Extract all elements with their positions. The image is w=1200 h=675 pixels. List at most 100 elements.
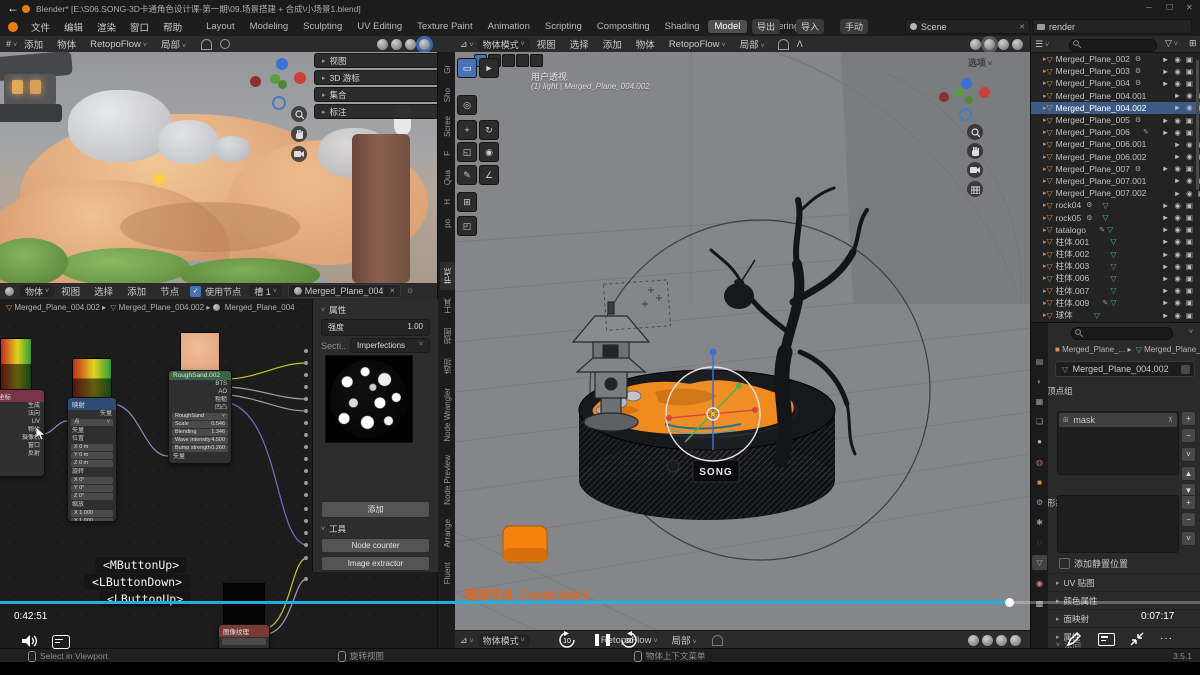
node-image-texture[interactable]: 图像纹理: [218, 624, 270, 648]
vector-field[interactable]: X 0 m: [71, 444, 113, 451]
selectable-icon[interactable]: ►: [1162, 250, 1169, 259]
hide-render-icon[interactable]: ▣: [1186, 67, 1193, 76]
tab-material[interactable]: ◉: [1032, 576, 1047, 591]
options-dropdown[interactable]: 选项˅: [968, 56, 992, 69]
outliner-row[interactable]: ▸ ▽ rock05 ⚙ ✎ ▽ ► ◉ ▣: [1031, 211, 1200, 223]
cursor-3d-tool-button[interactable]: ◎: [457, 95, 477, 115]
outliner-row[interactable]: ▸ ▽ 柱体.009 ⚙ ✎ ▽ ► ◉ ▣: [1031, 297, 1200, 309]
orientation-selector[interactable]: 局部˅: [665, 633, 704, 647]
hide-viewport-icon[interactable]: ◉: [1186, 103, 1193, 112]
workspace-tab[interactable]: UV Editing: [350, 20, 409, 33]
tools-panel-header[interactable]: ˅工具: [319, 523, 432, 535]
node-input-socket[interactable]: 矢量: [68, 427, 116, 435]
selectable-icon[interactable]: ►: [1174, 176, 1181, 185]
selectable-icon[interactable]: ►: [1162, 274, 1169, 283]
workspace-tab[interactable]: Modeling: [243, 20, 296, 33]
node-output-socket[interactable]: 生成: [0, 402, 44, 410]
tab-object[interactable]: ■: [1032, 475, 1047, 490]
outliner-row[interactable]: ▸ ▽ rock04 ⚙ ✎ ▽ ► ◉ ▣: [1031, 199, 1200, 211]
menu-add[interactable]: 添加: [17, 37, 50, 51]
sidebar-tab[interactable]: F: [441, 145, 454, 162]
hide-viewport-icon[interactable]: ◉: [1174, 286, 1181, 295]
pause-button[interactable]: ❚❚: [592, 632, 614, 646]
menu-item[interactable]: 编辑: [57, 20, 90, 34]
outliner-row[interactable]: ▸ ▽ Merged_Plane_007.002 ⚙ ✎ ▽ ► ◉ ▣: [1031, 187, 1200, 199]
tab-render[interactable]: ◐: [1032, 374, 1047, 389]
shading-material-icon[interactable]: [405, 39, 416, 50]
selectable-icon[interactable]: ►: [1162, 286, 1169, 295]
tab-tool[interactable]: ▤: [1032, 354, 1047, 369]
sidebar-tab[interactable]: Scree: [441, 110, 454, 143]
hide-viewport-icon[interactable]: ◉: [1174, 311, 1181, 320]
shader-sidebar-tab[interactable]: Node Wrangler: [441, 382, 454, 448]
selectable-icon[interactable]: ►: [1162, 298, 1169, 307]
vector-field[interactable]: Y 0 m: [71, 452, 113, 459]
hide-render-icon[interactable]: ▣: [1186, 298, 1193, 307]
node-field[interactable]: Wave intensity4.500: [172, 437, 228, 444]
selectable-icon[interactable]: ►: [1162, 55, 1169, 64]
danmaku-edit-icon[interactable]: [1066, 632, 1081, 652]
hide-render-icon[interactable]: ▣: [1186, 213, 1193, 222]
mapping-type-dropdown[interactable]: 点˅: [71, 419, 113, 426]
add-cube-tool-button[interactable]: ⊞: [457, 192, 477, 212]
viewport-menu-item[interactable]: 选择: [563, 37, 596, 51]
hide-viewport-icon[interactable]: ◉: [1174, 128, 1181, 137]
hide-viewport-icon[interactable]: ◉: [1174, 250, 1181, 259]
pin-icon[interactable]: ⊙: [407, 287, 413, 295]
import-button[interactable]: 导入: [796, 19, 824, 34]
properties-search-input[interactable]: [1071, 327, 1173, 340]
hide-render-icon[interactable]: ▣: [1186, 250, 1193, 259]
tab-object-data[interactable]: ▽: [1032, 555, 1047, 570]
menu-item[interactable]: 文件: [24, 20, 57, 34]
snap-magnet-icon[interactable]: [712, 635, 723, 646]
camera-view-button[interactable]: [291, 146, 307, 162]
selectable-icon[interactable]: ►: [1174, 140, 1181, 149]
rest-position-checkbox[interactable]: 添加静置位置: [1059, 557, 1128, 570]
workspace-tab[interactable]: Compositing: [590, 20, 657, 33]
shading-wireframe-icon[interactable]: [377, 39, 388, 50]
vertex-groups-list[interactable]: ⊞ mask ⊼: [1057, 411, 1179, 475]
hide-viewport-icon[interactable]: ◉: [1186, 140, 1193, 149]
hide-viewport-icon[interactable]: ◉: [1174, 116, 1181, 125]
blender-menu-icon[interactable]: [8, 22, 18, 32]
workspace-tab[interactable]: Model: [708, 20, 748, 33]
selectable-icon[interactable]: ►: [1174, 103, 1181, 112]
node-output-socket[interactable]: 窗口: [0, 442, 44, 450]
workspace-tab[interactable]: Layout: [199, 20, 242, 33]
shading-rendered-icon[interactable]: [1010, 635, 1021, 646]
tab-world[interactable]: ◍: [1032, 455, 1047, 470]
shader-sidebar-tab[interactable]: 视图: [440, 322, 455, 350]
node-output-socket[interactable]: AO: [169, 388, 231, 396]
add-vertex-group-button[interactable]: +: [1181, 411, 1196, 426]
measure-tool-button[interactable]: ∠: [479, 165, 499, 185]
workspace-tab[interactable]: Texture Paint: [410, 20, 479, 33]
menu-retopoflow[interactable]: RetopoFlow˅: [83, 39, 154, 50]
remove-shape-key-button[interactable]: −: [1181, 512, 1196, 527]
outliner-row[interactable]: ▸ ▽ Merged_Plane_004.001 ⚙ ✎ ▽ ► ◉ ▣: [1031, 90, 1200, 102]
node-field[interactable]: Bump strength0.260: [172, 445, 228, 452]
shrink-player-icon[interactable]: [1130, 632, 1144, 651]
selectable-icon[interactable]: ►: [1162, 262, 1169, 271]
move-tool-button[interactable]: +: [457, 120, 477, 140]
hide-viewport-icon[interactable]: ◉: [1186, 152, 1193, 161]
outliner-row[interactable]: ▸ ▽ Merged_Plane_006.001 ⚙ ✎ ▽ ► ◉ ▣: [1031, 138, 1200, 150]
editor-type-icon[interactable]: #˅: [6, 39, 17, 49]
snap-magnet-icon[interactable]: [778, 39, 789, 50]
vector-field[interactable]: X 1.000: [71, 510, 113, 517]
hide-render-icon[interactable]: ▣: [1186, 225, 1193, 234]
outliner-row[interactable]: ▸ ▽ tatalogo ⚙ ✎ ▽ ► ◉ ▣: [1031, 224, 1200, 236]
volume-icon[interactable]: [22, 634, 39, 653]
snap-magnet-icon[interactable]: [201, 39, 212, 50]
seekbar-handle[interactable]: [1005, 598, 1014, 607]
viewport-menu-item[interactable]: 物体: [629, 37, 662, 51]
mode-selector[interactable]: 物体模式˅: [478, 38, 530, 51]
camera-view-button[interactable]: [967, 162, 983, 178]
hide-viewport-icon[interactable]: ◉: [1186, 91, 1193, 100]
node-field[interactable]: Blending1.346: [172, 429, 228, 436]
hide-render-icon[interactable]: ▣: [1186, 237, 1193, 246]
shape-keys-list[interactable]: [1057, 495, 1179, 553]
node-mapping[interactable]: 映射 矢量 点˅ 矢量 位置 X 0 mY 0 mZ 0 m 旋转 X 0°Y …: [67, 397, 117, 522]
shading-rendered-icon[interactable]: [419, 39, 430, 50]
selectable-icon[interactable]: ►: [1162, 237, 1169, 246]
hide-viewport-icon[interactable]: ◉: [1174, 298, 1181, 307]
